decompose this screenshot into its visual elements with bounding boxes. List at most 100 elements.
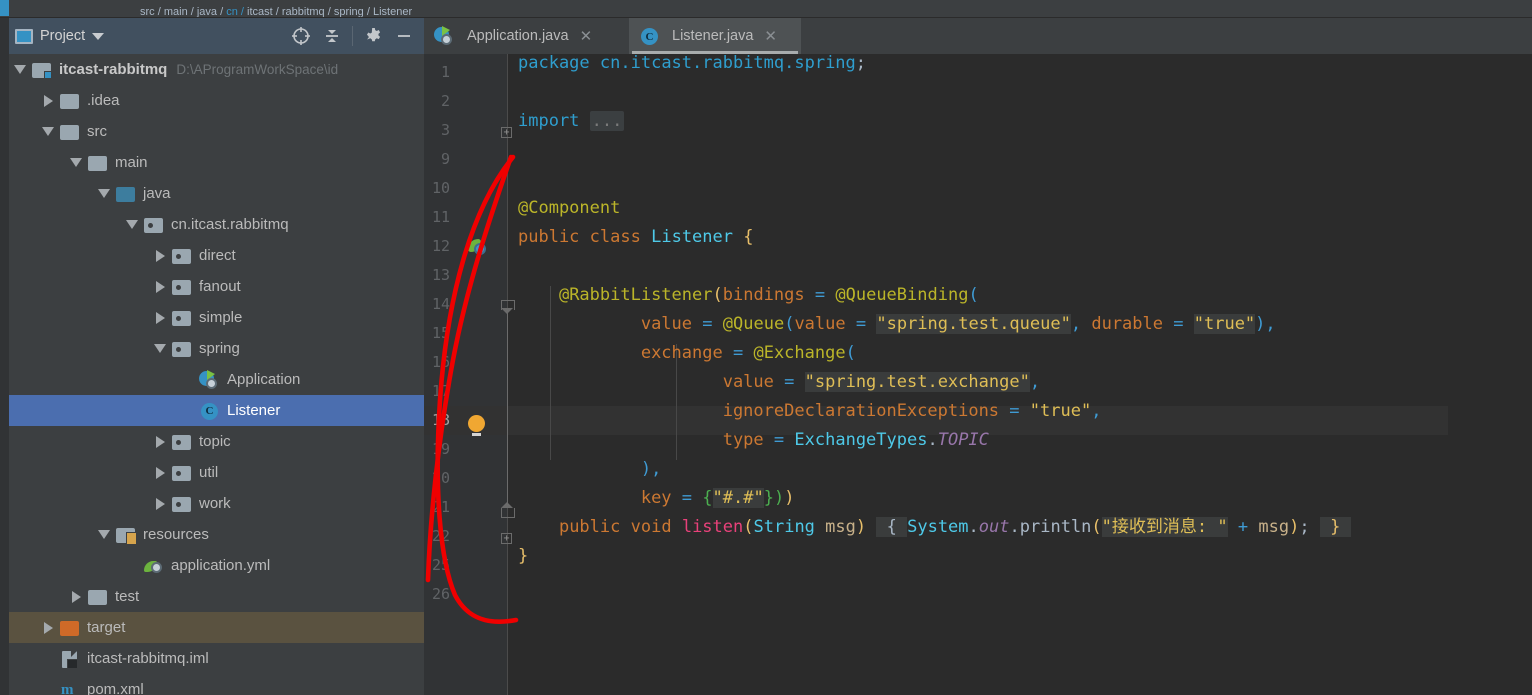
line-number: 12 [431,237,450,255]
collapse-all-icon[interactable] [318,22,346,50]
breadcrumb-item[interactable]: spring / [334,7,373,17]
code-line[interactable]: @Component [518,194,620,223]
expand-arrow-icon[interactable] [65,590,87,603]
breadcrumb-item[interactable]: java / [197,7,226,17]
collapse-arrow-icon[interactable] [37,127,59,136]
project-tree[interactable]: itcast-rabbitmq D:\AProgramWorkSpace\id .i… [9,54,424,695]
tree-item-work[interactable]: work [9,488,424,519]
code-line[interactable]: import ... [518,107,625,136]
tree-item-label: Application [227,371,301,388]
hide-panel-icon[interactable] [390,22,418,50]
line-number: 22 [431,527,450,545]
tree-item-itcast-rabbitmq[interactable]: itcast-rabbitmq D:\AProgramWorkSpace\id [9,54,424,85]
tree-item-itcast-rabbitmq-iml[interactable]: itcast-rabbitmq.iml [9,643,424,674]
breadcrumb-item[interactable]: cn / [226,7,247,17]
tree-item-label: main [115,154,148,171]
breadcrumb-item[interactable]: main / [164,7,197,17]
tree-item--idea[interactable]: .idea [9,85,424,116]
tree-item-util[interactable]: util [9,457,424,488]
navigation-breadcrumb-bar[interactable]: src / main / java / cn / itcast / rabbit… [0,0,1532,18]
tree-item-resources[interactable]: resources [9,519,424,550]
excluded-folder-icon [59,619,81,637]
tree-item-pom-xml[interactable]: m pom.xml [9,674,424,695]
tree-item-label: Listener [227,402,281,419]
close-icon[interactable]: ✕ [764,27,777,45]
line-number: 25 [431,556,450,574]
editor-tab-label: Listener.java [672,28,754,44]
expand-arrow-icon[interactable] [149,280,171,293]
line-number: 26 [431,585,450,603]
project-panel-header: Project [9,18,424,54]
code-line[interactable]: package cn.itcast.rabbitmq.spring; [518,49,866,78]
tree-item-label: direct [199,247,236,264]
tree-item-src[interactable]: src [9,116,424,147]
tree-item-application[interactable]: Application [9,364,424,395]
code-line[interactable]: public class Listener { [518,223,754,252]
panel-title: Project [40,28,86,44]
tree-item-label: itcast-rabbitmq [59,61,168,78]
tree-item-application-yml[interactable]: application.yml [9,550,424,581]
tree-item-fanout[interactable]: fanout [9,271,424,302]
tree-item-listener[interactable]: C Listener [9,395,424,426]
expand-arrow-icon[interactable] [149,311,171,324]
collapse-arrow-icon[interactable] [93,530,115,539]
collapse-arrow-icon[interactable] [65,158,87,167]
expand-arrow-icon[interactable] [149,249,171,262]
code-line[interactable]: value = "spring.test.exchange", [518,368,1040,397]
source-folder-icon [115,185,137,203]
expand-arrow-icon[interactable] [149,497,171,510]
tree-item-label: itcast-rabbitmq.iml [87,650,209,667]
line-number: 14 [431,295,450,313]
package-folder-icon [171,340,193,358]
breadcrumb-item[interactable]: rabbitmq / [282,7,334,17]
expand-arrow-icon[interactable] [37,621,59,634]
code-line[interactable]: public void listen(String msg) { System.… [518,513,1351,542]
code-line[interactable]: ignoreDeclarationExceptions = "true", [518,397,1102,426]
breadcrumb-item[interactable]: itcast / [247,7,282,17]
module-folder-icon [31,61,53,79]
code-line[interactable]: type = ExchangeTypes.TOPIC [518,426,989,455]
code-content[interactable]: package cn.itcast.rabbitmq.spring; import… [508,53,1532,695]
collapse-arrow-icon[interactable] [93,189,115,198]
expand-arrow-icon[interactable] [149,435,171,448]
project-tool-window: Project itcast-rabbitmq D:\AProgramWorkS… [0,18,424,695]
tree-item-direct[interactable]: direct [9,240,424,271]
code-line[interactable]: value = @Queue(value = "spring.test.queu… [518,310,1276,339]
tree-item-java[interactable]: java [9,178,424,209]
tree-item-spring[interactable]: spring [9,333,424,364]
line-number: 18 [431,411,450,429]
tree-item-label: work [199,495,231,512]
breadcrumb-item[interactable]: Listener [373,7,412,17]
tree-item-label: simple [199,309,243,326]
code-line[interactable]: key = {"#.#"})) [518,484,794,513]
chevron-down-icon[interactable] [92,32,105,40]
tree-item-test[interactable]: test [9,581,424,612]
java-class-icon: C [199,402,221,420]
tree-item-label: .idea [87,92,120,109]
collapse-arrow-icon[interactable] [121,220,143,229]
editor-tab-label: Application.java [467,28,569,44]
collapse-arrow-icon[interactable] [149,344,171,353]
close-icon[interactable]: ✕ [580,27,593,45]
folder-icon [59,92,81,110]
code-line[interactable]: ), [518,455,662,484]
gear-icon[interactable] [359,22,387,50]
line-number: 21 [431,498,450,516]
expand-arrow-icon[interactable] [37,94,59,107]
tree-item-cn-itcast-rabbitmq[interactable]: cn.itcast.rabbitmq [9,209,424,240]
tree-item-label: src [87,123,107,140]
collapse-arrow-icon[interactable] [9,65,31,74]
breadcrumb[interactable]: src / main / java / cn / itcast / rabbit… [140,7,412,17]
package-folder-icon [171,464,193,482]
code-line[interactable]: @RabbitListener(bindings = @QueueBinding… [518,281,979,310]
tree-item-simple[interactable]: simple [9,302,424,333]
tree-item-target[interactable]: target [9,612,424,643]
locate-icon[interactable] [287,22,315,50]
line-number: 2 [440,92,450,110]
breadcrumb-item[interactable]: src / [140,7,164,17]
code-line[interactable]: } [518,542,528,571]
tree-item-topic[interactable]: topic [9,426,424,457]
code-line[interactable]: exchange = @Exchange( [518,339,856,368]
expand-arrow-icon[interactable] [149,466,171,479]
tree-item-main[interactable]: main [9,147,424,178]
